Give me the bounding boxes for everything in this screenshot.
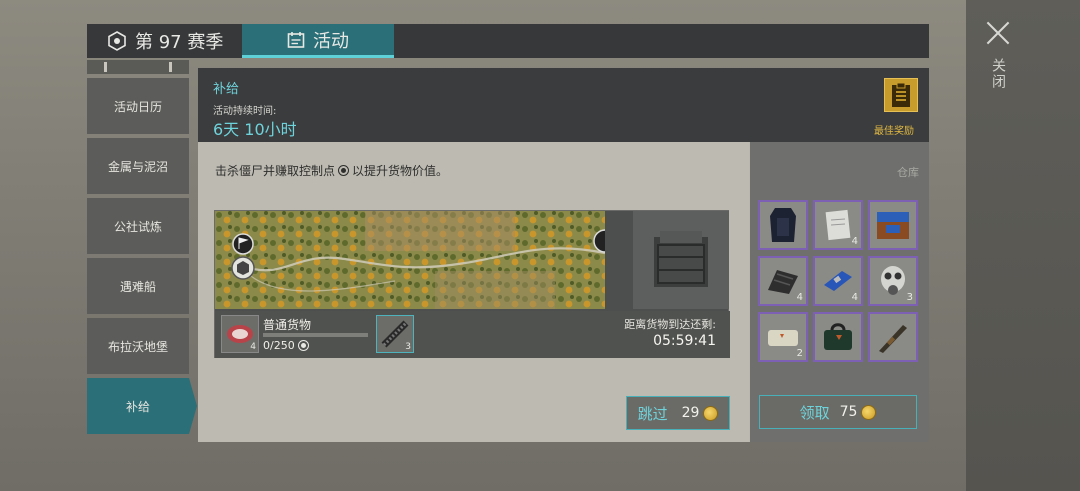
arrive-timer: 05:59:41 xyxy=(653,333,716,349)
military-bag-icon xyxy=(824,323,852,350)
cube-marker-icon xyxy=(231,256,255,280)
meat-slot[interactable]: 4 xyxy=(221,315,259,353)
storage-item-count: 4 xyxy=(796,292,803,303)
cargo-progress: 0/250 xyxy=(263,339,312,352)
tab-activity-label: 活动 xyxy=(313,30,349,52)
control-point-icon xyxy=(297,340,309,351)
circuit-board-icon xyxy=(824,271,852,291)
metal-sheet-icon xyxy=(768,270,798,294)
tab-season-label: 第 97 赛季 xyxy=(135,32,224,53)
storage-item[interactable]: 3 xyxy=(868,256,918,306)
menu-item-calendar[interactable]: 活动日历 xyxy=(87,78,189,134)
duration-value: 6天 10小时 xyxy=(213,120,297,139)
scroll-tick xyxy=(104,62,107,72)
cargo-progress-bar xyxy=(263,333,368,337)
right-strip xyxy=(966,0,1080,491)
storage-item[interactable]: 4 xyxy=(813,200,863,250)
storage-item-count: 2 xyxy=(796,348,803,359)
gas-mask-icon xyxy=(881,266,905,295)
flag-marker-icon xyxy=(232,233,254,255)
blue-crate-icon xyxy=(877,212,909,239)
top-tab-bar: 第 97 赛季 活动 xyxy=(87,24,929,58)
event-menu: 活动日历 金属与泥沼 公社试炼 遇难船 布拉沃地堡 补给 xyxy=(87,78,197,438)
cargo-crate-icon xyxy=(654,231,708,287)
best-reward-button[interactable] xyxy=(884,78,918,112)
rifle-icon xyxy=(879,325,907,353)
storage-title: 仓库 xyxy=(897,166,919,179)
tab-season[interactable]: 第 97 赛季 xyxy=(107,24,223,58)
menu-item-commune-trial[interactable]: 公社试炼 xyxy=(87,198,189,254)
gold-coin-icon xyxy=(861,404,877,420)
best-reward-label[interactable]: 最佳奖励 xyxy=(874,122,914,137)
gold-coin-icon xyxy=(703,405,719,421)
close-label[interactable]: 关闭 xyxy=(988,58,1008,90)
event-content: 击杀僵尸并赚取控制点 以提升货物价值。 4 普通货物 0/250 3 距离货物到… xyxy=(198,142,749,442)
claim-button[interactable]: 领取 75 xyxy=(759,395,917,429)
close-icon[interactable] xyxy=(985,20,1011,46)
duration-label: 活动持续时间: xyxy=(213,106,277,117)
skip-button[interactable]: 跳过 29 xyxy=(626,396,730,430)
description-text-before: 击杀僵尸并赚取控制点 xyxy=(215,164,336,178)
calendar-icon xyxy=(287,31,305,49)
control-point-icon xyxy=(338,165,350,176)
menu-scroll-indicator xyxy=(87,60,189,74)
route-map xyxy=(215,211,605,309)
scroll-tick xyxy=(169,62,172,72)
armor-vest-icon xyxy=(770,208,796,242)
cargo-crate-preview xyxy=(633,211,729,309)
season-badge-icon xyxy=(107,31,127,51)
cargo-name: 普通货物 xyxy=(263,318,312,332)
storage-item-count: 4 xyxy=(851,292,858,303)
menu-item-supply[interactable]: 补给 xyxy=(87,378,197,434)
storage-item-count: 4 xyxy=(851,236,858,247)
event-header: 补给 活动持续时间: 6天 10小时 最佳奖励 xyxy=(198,68,929,142)
event-panel: 补给 活动持续时间: 6天 10小时 最佳奖励 击杀僵尸并赚取控制点 以提升货物… xyxy=(198,68,929,442)
skip-label: 跳过 xyxy=(637,404,668,423)
tab-activity[interactable]: 活动 xyxy=(242,24,394,58)
chain-slot[interactable]: 3 xyxy=(376,315,414,353)
storage-panel: 仓库 4 4 4 3 2 领取 75 xyxy=(750,142,929,442)
skip-cost: 29 xyxy=(681,405,700,421)
event-title: 补给 xyxy=(213,82,240,97)
clipboard-icon xyxy=(892,82,910,107)
cargo-progress-text: 0/250 xyxy=(263,339,295,352)
claim-cost: 75 xyxy=(839,404,858,420)
paper-note-icon xyxy=(825,209,851,241)
chain-count: 3 xyxy=(405,342,411,352)
storage-item[interactable]: 2 xyxy=(758,312,808,362)
event-description: 击杀僵尸并赚取控制点 以提升货物价值。 xyxy=(215,162,448,179)
storage-item[interactable] xyxy=(758,200,808,250)
menu-item-metal-swamp[interactable]: 金属与泥沼 xyxy=(87,138,189,194)
storage-item[interactable] xyxy=(813,312,863,362)
ammo-box-icon xyxy=(768,330,798,346)
menu-item-bravo-bunker[interactable]: 布拉沃地堡 xyxy=(87,318,189,374)
storage-item[interactable] xyxy=(868,312,918,362)
storage-grid: 4 4 4 3 2 xyxy=(758,200,920,362)
menu-item-shipwreck[interactable]: 遇难船 xyxy=(87,258,189,314)
route-box: 4 普通货物 0/250 3 距离货物到达还剩: 05:59:41 xyxy=(214,210,730,358)
storage-item[interactable] xyxy=(868,200,918,250)
storage-item[interactable]: 4 xyxy=(758,256,808,306)
storage-item[interactable]: 4 xyxy=(813,256,863,306)
description-text-after: 以提升货物价值。 xyxy=(352,164,449,178)
cargo-row: 4 普通货物 0/250 3 距离货物到达还剩: 05:59:41 xyxy=(215,311,730,358)
storage-item-count: 3 xyxy=(906,292,913,303)
arrive-label: 距离货物到达还剩: xyxy=(624,318,716,331)
meat-count: 4 xyxy=(250,342,256,352)
claim-label: 领取 xyxy=(799,403,830,422)
